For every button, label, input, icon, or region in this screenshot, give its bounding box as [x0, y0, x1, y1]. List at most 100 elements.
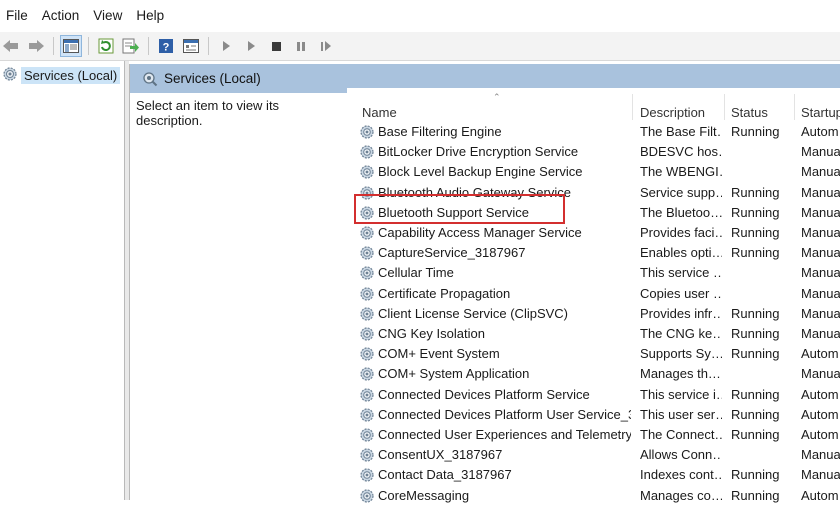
- column-header-description-label: Description: [640, 105, 706, 120]
- table-row[interactable]: Connected Devices Platform Service This s…: [347, 385, 840, 405]
- table-row[interactable]: Certificate Propagation Copies user … Manu…: [347, 284, 840, 304]
- back-icon[interactable]: [0, 35, 22, 57]
- column-separator[interactable]: [632, 94, 633, 120]
- menu-file[interactable]: File: [0, 0, 36, 32]
- service-name: Capability Access Manager Service: [378, 225, 582, 240]
- service-gear-icon: [359, 225, 378, 241]
- gear-icon: [2, 66, 18, 85]
- start-service-alt-icon[interactable]: [240, 35, 262, 57]
- table-row[interactable]: Contact Data_3187967 Indexes cont… Running…: [347, 465, 840, 485]
- table-row[interactable]: Capability Access Manager Service Provide…: [347, 223, 840, 243]
- service-name-cell: Connected User Experiences and Telemetry: [359, 425, 631, 445]
- service-gear-icon: [359, 286, 378, 302]
- service-description: Manages co…: [640, 487, 722, 503]
- table-row[interactable]: Connected Devices Platform User Service_…: [347, 405, 840, 425]
- show-hide-console-tree-icon[interactable]: [60, 35, 82, 57]
- service-name-cell: BitLocker Drive Encryption Service: [359, 142, 631, 162]
- service-startup-type: Manua: [801, 144, 840, 160]
- service-description: The Base Filt…: [640, 124, 722, 139]
- menu-bar: File Action View Help: [0, 0, 840, 32]
- table-row[interactable]: CaptureService_3187967 Enables opti… Runni…: [347, 243, 840, 263]
- service-startup-type: Manua: [801, 265, 840, 281]
- column-header-status[interactable]: Status: [731, 88, 793, 122]
- properties-icon[interactable]: [180, 35, 202, 57]
- service-description: Copies user …: [640, 285, 722, 301]
- pause-service-icon[interactable]: [290, 35, 312, 57]
- service-name: ConsentUX_3187967: [378, 447, 503, 463]
- service-gear-icon: [359, 245, 378, 261]
- service-name-cell: Certificate Propagation: [359, 284, 631, 304]
- service-status: Running: [731, 225, 780, 240]
- table-row[interactable]: Block Level Backup Engine Service The WBE…: [347, 162, 840, 182]
- toolbar-separator: [148, 37, 149, 55]
- table-row[interactable]: Connected User Experiences and Telemetry…: [347, 425, 840, 445]
- table-row[interactable]: COM+ System Application Manages th… Manua: [347, 364, 840, 384]
- table-row[interactable]: ConsentUX_3187967 Allows Conn… Manua: [347, 445, 840, 465]
- services-list: Name ⌃ Description Status Startup Base F…: [347, 88, 840, 503]
- service-description: Indexes cont…: [640, 467, 722, 483]
- menu-view[interactable]: View: [87, 0, 130, 32]
- service-status: Running: [731, 346, 780, 362]
- refresh-icon[interactable]: [95, 35, 117, 57]
- export-list-icon[interactable]: [120, 35, 142, 57]
- tree-item-services-local[interactable]: Services (Local): [2, 65, 121, 85]
- column-header-name-label: Name: [362, 105, 397, 120]
- service-name: CNG Key Isolation: [378, 326, 485, 341]
- service-status: Running: [731, 406, 780, 422]
- service-name-cell: Base Filtering Engine: [359, 122, 631, 142]
- service-description: This user ser…: [640, 406, 722, 422]
- service-description: Provides infr…: [640, 305, 722, 321]
- service-gear-icon: [359, 488, 378, 504]
- service-gear-icon: [359, 124, 378, 140]
- service-name: CaptureService_3187967: [378, 245, 526, 261]
- service-gear-icon: [359, 306, 378, 322]
- service-gear-icon: [359, 346, 378, 362]
- service-description: Enables opti…: [640, 245, 722, 261]
- service-description: This service i…: [640, 386, 722, 402]
- service-name-cell: Block Level Backup Engine Service: [359, 162, 631, 182]
- table-row[interactable]: Cellular Time This service … Manua: [347, 263, 840, 283]
- search-gear-icon: [142, 71, 158, 87]
- service-name: Block Level Backup Engine Service: [378, 164, 583, 180]
- service-name-cell: Connected Devices Platform Service: [359, 385, 631, 405]
- table-row[interactable]: COM+ Event System Supports Sy… Running Auto…: [347, 344, 840, 364]
- table-row[interactable]: Base Filtering Engine The Base Filt… Runni…: [347, 122, 840, 142]
- toolbar-separator: [53, 37, 54, 55]
- service-name-cell: ConsentUX_3187967: [359, 445, 631, 465]
- table-row[interactable]: Client License Service (ClipSVC) Provides…: [347, 304, 840, 324]
- table-row[interactable]: BitLocker Drive Encryption Service BDESVC…: [347, 142, 840, 162]
- service-startup-type: Manua: [801, 204, 840, 220]
- menu-help[interactable]: Help: [130, 0, 172, 32]
- service-status: Running: [731, 124, 780, 139]
- table-row[interactable]: CoreMessaging Manages co… Running Autom: [347, 486, 840, 506]
- service-description: Allows Conn…: [640, 447, 722, 463]
- help-icon[interactable]: ?: [155, 35, 177, 57]
- service-description: Manages th…: [640, 366, 721, 382]
- service-startup-type: Autom: [801, 346, 839, 362]
- service-description: The WBENGI…: [640, 164, 722, 180]
- service-status: Running: [731, 326, 780, 341]
- forward-icon[interactable]: [25, 35, 47, 57]
- column-header-startup[interactable]: Startup: [801, 88, 840, 122]
- service-status: Running: [731, 427, 780, 442]
- service-gear-icon: [359, 427, 378, 443]
- service-startup-type: Autom: [801, 427, 839, 442]
- service-name-cell: Cellular Time: [359, 263, 631, 283]
- column-header-description[interactable]: Description: [640, 88, 725, 122]
- column-separator[interactable]: [724, 94, 725, 120]
- service-name: Connected User Experiences and Telemetry: [378, 427, 631, 442]
- table-row[interactable]: CNG Key Isolation The CNG ke… Running Manua: [347, 324, 840, 344]
- service-name: Certificate Propagation: [378, 285, 511, 301]
- restart-service-icon[interactable]: [315, 35, 337, 57]
- toolbar: ?: [0, 32, 840, 61]
- tree-item-label: Services (Local): [21, 66, 121, 84]
- sort-ascending-icon: ⌃: [493, 92, 501, 102]
- menu-action[interactable]: Action: [36, 0, 88, 32]
- service-gear-icon: [359, 387, 378, 403]
- stop-service-icon[interactable]: [265, 35, 287, 57]
- service-name: Connected Devices Platform User Service_…: [378, 406, 631, 422]
- start-service-icon[interactable]: [215, 35, 237, 57]
- column-separator[interactable]: [794, 94, 795, 120]
- svg-text:?: ?: [163, 42, 170, 54]
- service-startup-type: Manua: [801, 467, 840, 483]
